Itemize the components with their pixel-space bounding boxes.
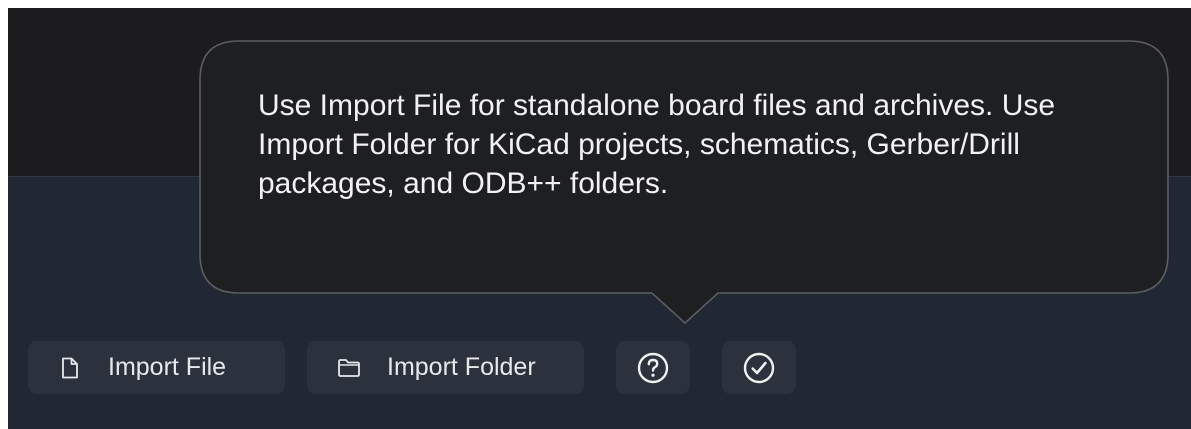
- app-window: Import File Import Folder Use Import Fil…: [8, 8, 1191, 429]
- tooltip-text: Use Import File for standalone board fil…: [258, 89, 1056, 200]
- file-icon: [58, 356, 82, 380]
- validate-button[interactable]: [722, 341, 796, 394]
- import-folder-label: Import Folder: [387, 353, 536, 381]
- help-button[interactable]: [616, 341, 690, 394]
- import-file-label: Import File: [108, 353, 227, 381]
- import-toolbar: Import File Import Folder: [28, 341, 828, 394]
- help-icon: [636, 351, 670, 385]
- checkmark-circle-icon: [742, 351, 776, 385]
- import-folder-button[interactable]: Import Folder: [307, 341, 584, 394]
- import-file-button[interactable]: Import File: [28, 341, 285, 394]
- help-tooltip: Use Import File for standalone board fil…: [199, 40, 1169, 325]
- folder-icon: [337, 356, 361, 380]
